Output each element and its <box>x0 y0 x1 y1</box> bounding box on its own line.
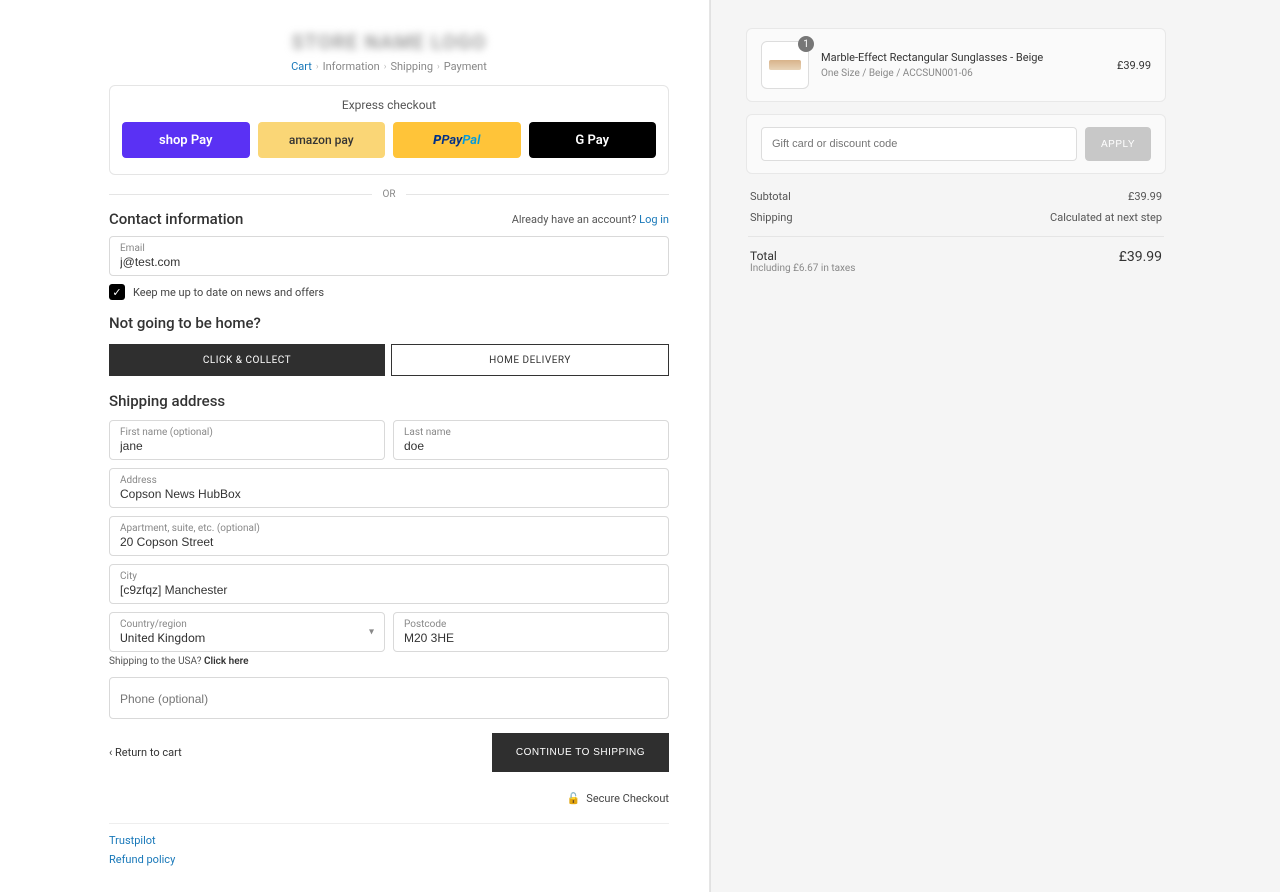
contact-heading: Contact information <box>109 210 243 228</box>
order-item-card: 1 Marble-Effect Rectangular Sunglasses -… <box>746 28 1166 102</box>
continue-button[interactable]: CONTINUE TO SHIPPING <box>492 733 669 772</box>
country-value: United Kingdom <box>120 630 374 647</box>
country-select[interactable]: Country/region United Kingdom ▾ <box>109 612 385 652</box>
address-label: Address <box>120 475 658 486</box>
express-title: Express checkout <box>122 98 656 112</box>
secure-label: Secure Checkout <box>586 792 669 805</box>
total-label: Total <box>750 249 855 263</box>
shipping-heading: Shipping address <box>109 392 669 410</box>
phone-input[interactable] <box>120 684 658 714</box>
last-name-label: Last name <box>404 427 658 438</box>
first-name-field[interactable]: First name (optional) <box>109 420 385 460</box>
product-price: £39.99 <box>1117 59 1151 72</box>
amazon-pay-button[interactable]: amazon pay <box>258 122 386 158</box>
shipping-value: Calculated at next step <box>1050 211 1162 224</box>
express-checkout-box: Express checkout shop Pay amazon pay P P… <box>109 85 669 175</box>
product-thumbnail: 1 <box>761 41 809 89</box>
city-field[interactable]: City <box>109 564 669 604</box>
return-to-cart-link[interactable]: ‹ Return to cart <box>109 746 182 759</box>
click-collect-button[interactable]: CLICK & COLLECT <box>109 344 385 376</box>
footer-refund[interactable]: Refund policy <box>109 853 669 866</box>
home-delivery-button[interactable]: HOME DELIVERY <box>391 344 669 376</box>
crumb-cart[interactable]: Cart <box>291 60 312 73</box>
crumb-information: Information <box>323 60 380 73</box>
divider-or: OR <box>109 189 669 200</box>
postcode-field[interactable]: Postcode <box>393 612 669 652</box>
apartment-input[interactable] <box>120 534 658 551</box>
total-tax: Including £6.67 in taxes <box>750 263 855 274</box>
city-input[interactable] <box>120 582 658 599</box>
paypal-logo-pal: Pal <box>462 133 480 148</box>
postcode-input[interactable] <box>404 630 658 647</box>
chevron-right-icon: › <box>384 62 387 72</box>
shop-pay-button[interactable]: shop Pay <box>122 122 250 158</box>
country-label: Country/region <box>120 619 374 630</box>
last-name-input[interactable] <box>404 438 658 455</box>
store-logo: STORE NAME LOGO <box>109 30 669 54</box>
last-name-field[interactable]: Last name <box>393 420 669 460</box>
subtotal-value: £39.99 <box>1128 190 1162 203</box>
or-label: OR <box>372 189 405 200</box>
chevron-right-icon: › <box>437 62 440 72</box>
first-name-label: First name (optional) <box>120 427 374 438</box>
discount-card: APPLY <box>746 114 1166 174</box>
city-label: City <box>120 571 658 582</box>
apartment-label: Apartment, suite, etc. (optional) <box>120 523 658 534</box>
address-input[interactable] <box>120 486 658 503</box>
paypal-logo-p: P <box>433 133 441 148</box>
breadcrumb: Cart › Information › Shipping › Payment <box>109 60 669 73</box>
shipping-label: Shipping <box>750 211 793 224</box>
postcode-label: Postcode <box>404 619 658 630</box>
news-label: Keep me up to date on news and offers <box>133 286 324 299</box>
apply-button[interactable]: APPLY <box>1085 127 1151 161</box>
crumb-payment: Payment <box>444 60 487 73</box>
email-field[interactable]: Email <box>109 236 669 276</box>
discount-input[interactable] <box>761 127 1077 161</box>
email-label: Email <box>120 243 658 254</box>
address-field[interactable]: Address <box>109 468 669 508</box>
chevron-right-icon: › <box>316 62 319 72</box>
delivery-heading: Not going to be home? <box>109 314 669 332</box>
apartment-field[interactable]: Apartment, suite, etc. (optional) <box>109 516 669 556</box>
login-link[interactable]: Log in <box>639 213 669 226</box>
total-value: £39.99 <box>1119 249 1162 265</box>
usa-link[interactable]: Click here <box>204 656 249 667</box>
email-input[interactable] <box>120 254 658 271</box>
product-variant: One Size / Beige / ACCSUN001-06 <box>821 68 1105 79</box>
usa-hint: Shipping to the USA? Click here <box>109 656 669 667</box>
login-prompt: Already have an account? Log in <box>512 213 669 226</box>
subtotal-label: Subtotal <box>750 190 791 203</box>
paypal-button[interactable]: P PayPal <box>393 122 521 158</box>
news-checkbox[interactable]: ✓ <box>109 284 125 300</box>
paypal-logo-pay: Pay <box>441 133 462 148</box>
phone-field[interactable] <box>109 677 669 719</box>
google-pay-button[interactable]: G Pay <box>529 122 657 158</box>
lock-icon: 🔓 <box>567 792 581 805</box>
footer-trustpilot[interactable]: Trustpilot <box>109 834 669 847</box>
quantity-badge: 1 <box>798 36 814 52</box>
first-name-input[interactable] <box>120 438 374 455</box>
crumb-shipping: Shipping <box>390 60 433 73</box>
product-title: Marble-Effect Rectangular Sunglasses - B… <box>821 51 1105 65</box>
